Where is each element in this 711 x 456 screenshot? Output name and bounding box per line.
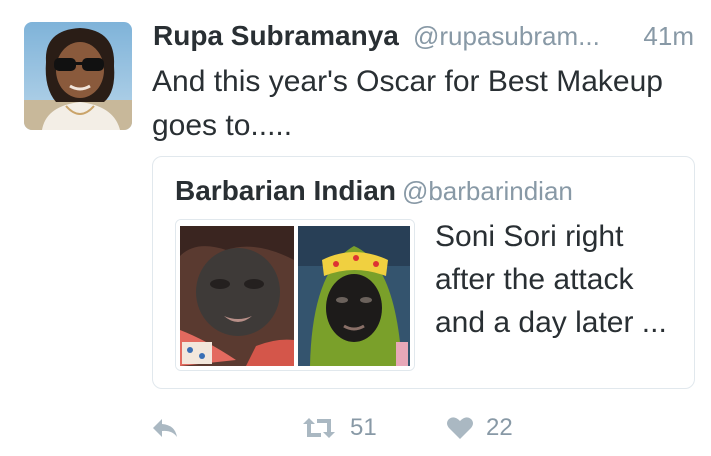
tweet-timestamp[interactable]: 41m — [643, 21, 694, 52]
avatar-photo — [24, 22, 132, 130]
quoted-tweet-text: Soni Sori right after the attack and a d… — [435, 215, 685, 344]
quoted-text-line: after the attack — [435, 263, 634, 296]
quoted-tweet-card[interactable]: Barbarian Indian @barbarindian Soni Sori… — [152, 156, 695, 389]
retweet-icon — [300, 415, 338, 441]
tweet-actions: 51 22 — [150, 408, 700, 448]
like-button[interactable]: 22 — [446, 408, 513, 448]
reply-icon — [150, 416, 180, 440]
tweet-text-line: goes to..... — [152, 109, 293, 142]
author-name[interactable]: Rupa Subramanya — [153, 20, 399, 52]
avatar[interactable] — [24, 22, 132, 130]
quoted-text-line: and a day later ... — [435, 306, 667, 339]
author-handle[interactable]: @rupasubram... — [413, 21, 600, 52]
tweet-text-line: And this year's Oscar for Best Makeup — [152, 65, 663, 98]
retweet-button[interactable]: 51 — [300, 408, 377, 448]
quoted-text-line: Soni Sori right — [435, 220, 624, 253]
like-count: 22 — [486, 414, 513, 441]
photo-right — [298, 226, 410, 366]
tweet-text: And this year's Oscar for Best Makeup go… — [152, 60, 697, 148]
quoted-author-name: Barbarian Indian — [175, 175, 396, 206]
heart-icon — [446, 415, 474, 441]
photo-left — [180, 226, 294, 366]
quoted-tweet-media[interactable] — [175, 219, 415, 371]
photo-collage — [176, 220, 414, 370]
quoted-author-handle: @barbarindian — [401, 176, 573, 206]
tweet-header: Rupa Subramanya @rupasubram... 41m — [153, 20, 698, 60]
reply-button[interactable] — [150, 408, 180, 448]
retweet-count: 51 — [350, 414, 377, 441]
quoted-tweet-author: Barbarian Indian @barbarindian — [175, 175, 573, 207]
